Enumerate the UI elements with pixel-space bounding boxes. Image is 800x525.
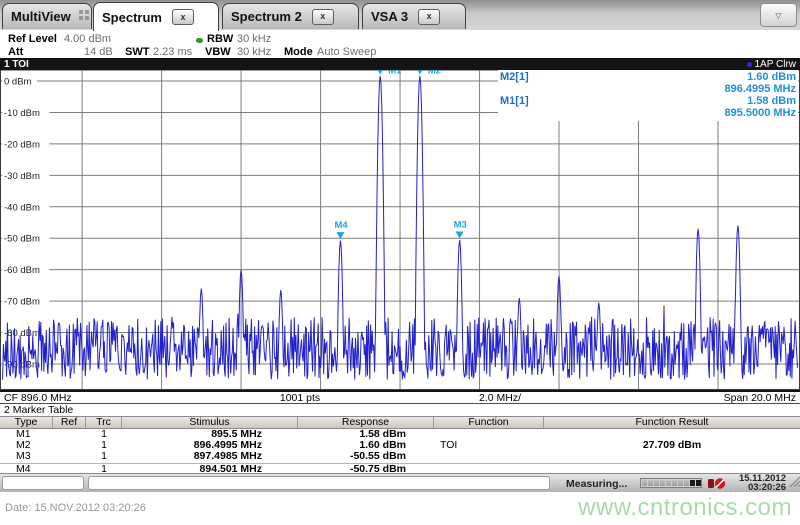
status-field-message[interactable] bbox=[88, 476, 550, 490]
mode-label: Mode bbox=[284, 46, 313, 58]
marker-readout-m1-freq: 895.5000 MHz bbox=[724, 107, 796, 119]
diagram-title: 1 TOI bbox=[4, 58, 29, 70]
sweep-points-label[interactable]: 1001 pts bbox=[280, 392, 320, 404]
trace-info-label: 1AP Clrw bbox=[754, 58, 797, 70]
per-division-label[interactable]: 2.0 MHz/ bbox=[479, 392, 521, 404]
spectrum-plot: 0 dBm -10 dBm -20 dBm -30 dBm -40 dBm -50 dBm… bbox=[0, 70, 800, 390]
ref-level-value[interactable]: 4.00 dBm bbox=[64, 33, 111, 45]
analyzer-window: MultiView Spectrum x Spectrum 2 x VSA 3 … bbox=[0, 0, 800, 525]
col-header-function-result: Function Result bbox=[635, 416, 709, 428]
mode-value[interactable]: Auto Sweep bbox=[317, 46, 376, 58]
sweep-parameter-header: Ref Level 4.00 dBm RBW 30 kHz Att 14 dB … bbox=[0, 30, 800, 58]
status-bar: Measuring... 15.11.2012 03:20:26 bbox=[0, 473, 800, 492]
col-header-response: Response bbox=[298, 417, 434, 428]
cell-function: TOI bbox=[440, 439, 458, 451]
marker-readout-m2-name[interactable]: M2[1] bbox=[500, 71, 529, 83]
marker-label-m1: M1 bbox=[388, 70, 402, 77]
tab-vsa3-close-button[interactable]: x bbox=[418, 8, 441, 25]
y-axis-label: -80 dBm bbox=[4, 328, 40, 339]
marker-symbol-m2[interactable] bbox=[416, 70, 424, 75]
cell-trc: 1 bbox=[101, 450, 107, 462]
page-footer: Date: 15.NOV.2012 03:20:26 www.cntronics… bbox=[0, 492, 800, 525]
cell-response: -50.55 dBm bbox=[349, 450, 406, 462]
y-axis-label: -50 dBm bbox=[4, 234, 40, 245]
cell-stimulus: 897.4985 MHz bbox=[193, 450, 262, 462]
tab-multiview-label: MultiView bbox=[11, 9, 71, 24]
measuring-status: Measuring... bbox=[566, 478, 628, 490]
vbw-label: VBW bbox=[205, 46, 231, 58]
diagram-title-bar: 1 TOI 1AP Clrw bbox=[0, 58, 800, 70]
dropdown-arrow-icon: ▽ bbox=[775, 10, 782, 20]
tab-spectrum[interactable]: Spectrum x bbox=[93, 2, 219, 31]
marker-symbol-m1[interactable] bbox=[376, 70, 384, 75]
multiview-grid-icon bbox=[78, 9, 90, 24]
rbw-label: RBW bbox=[207, 33, 234, 45]
span-label[interactable]: Span 20.0 MHz bbox=[724, 392, 796, 404]
vbw-value[interactable]: 30 kHz bbox=[237, 46, 271, 58]
rbw-value[interactable]: 30 kHz bbox=[237, 33, 271, 45]
resize-grip[interactable] bbox=[786, 473, 800, 492]
att-value[interactable]: 14 dB bbox=[84, 46, 113, 58]
col-header-ref: Ref bbox=[53, 417, 86, 428]
status-datetime: 15.11.2012 03:20:26 bbox=[738, 473, 786, 493]
marker-readout-m1-name[interactable]: M1[1] bbox=[500, 95, 529, 107]
swt-value[interactable]: 2.23 ms bbox=[153, 46, 192, 58]
tab-bar: MultiView Spectrum x Spectrum 2 x VSA 3 … bbox=[0, 0, 800, 31]
trace-info: 1AP Clrw bbox=[746, 58, 797, 70]
col-header-stimulus: Stimulus bbox=[122, 417, 298, 428]
tab-vsa3-label: VSA 3 bbox=[371, 9, 409, 24]
screenshot-date: Date: 15.NOV.2012 03:20:26 bbox=[5, 502, 146, 514]
tab-spectrum2-label: Spectrum 2 bbox=[231, 9, 302, 24]
y-axis-label: -40 dBm bbox=[4, 202, 40, 213]
col-header-type: Type bbox=[0, 417, 53, 428]
marker-table-window: 2 Marker Table Type Ref Trc Stimulus Res… bbox=[0, 404, 800, 475]
watermark: www.cntronics.com bbox=[578, 494, 792, 521]
tab-spectrum-label: Spectrum bbox=[102, 9, 162, 25]
tab-spectrum2[interactable]: Spectrum 2 x bbox=[222, 3, 359, 29]
y-axis-label: -30 dBm bbox=[4, 171, 40, 182]
y-axis-label: -70 dBm bbox=[4, 297, 40, 308]
marker-table-row-m3[interactable]: M3 1 897.4985 MHz -50.55 dBm bbox=[0, 451, 800, 462]
sweep-progress-bar bbox=[640, 478, 702, 488]
tab-spectrum2-close-button[interactable]: x bbox=[311, 8, 334, 25]
marker-label-m2: M2 bbox=[428, 70, 441, 76]
ref-level-label: Ref Level bbox=[8, 33, 57, 45]
marker-readout-m2-level: 1.60 dBm bbox=[747, 71, 796, 83]
axis-footer: CF 896.0 MHz 1001 pts 2.0 MHz/ Span 20.0… bbox=[0, 390, 800, 404]
y-axis-label: -20 dBm bbox=[4, 139, 40, 150]
marker-readout-m2-freq: 896.4995 MHz bbox=[724, 83, 796, 95]
marker-label-m3: M3 bbox=[454, 219, 467, 230]
att-label: Att bbox=[8, 46, 24, 58]
col-header-trc: Trc bbox=[86, 417, 122, 428]
marker-table-title: 2 Marker Table bbox=[4, 404, 74, 416]
trace-led-icon bbox=[746, 61, 752, 67]
col-header-function: Function bbox=[434, 417, 544, 428]
tab-spectrum-close-button[interactable]: x bbox=[171, 9, 194, 25]
tab-dropdown-button[interactable]: ▽ bbox=[760, 3, 797, 27]
marker-symbol-m3[interactable] bbox=[455, 231, 464, 239]
center-frequency-label[interactable]: CF 896.0 MHz bbox=[4, 392, 72, 404]
cell-function-result: 27.709 dBm bbox=[642, 439, 702, 451]
marker-readout-m1-level: 1.58 dBm bbox=[747, 95, 796, 107]
rbw-led-icon bbox=[196, 38, 203, 43]
cell-type: M3 bbox=[16, 450, 31, 462]
marker-readout-panel: M2[1] 1.60 dBm 896.4995 MHz M1[1] 1.58 d… bbox=[498, 70, 798, 121]
status-field-left[interactable] bbox=[2, 476, 84, 490]
y-axis-label: -60 dBm bbox=[4, 265, 40, 276]
y-axis-label: 0 dBm bbox=[4, 77, 32, 88]
tab-vsa3[interactable]: VSA 3 x bbox=[362, 3, 466, 29]
y-axis-label: -10 dBm bbox=[4, 108, 40, 119]
marker-label-m4: M4 bbox=[334, 220, 348, 231]
tab-multiview[interactable]: MultiView bbox=[2, 3, 92, 29]
swt-label: SWT bbox=[125, 46, 150, 58]
